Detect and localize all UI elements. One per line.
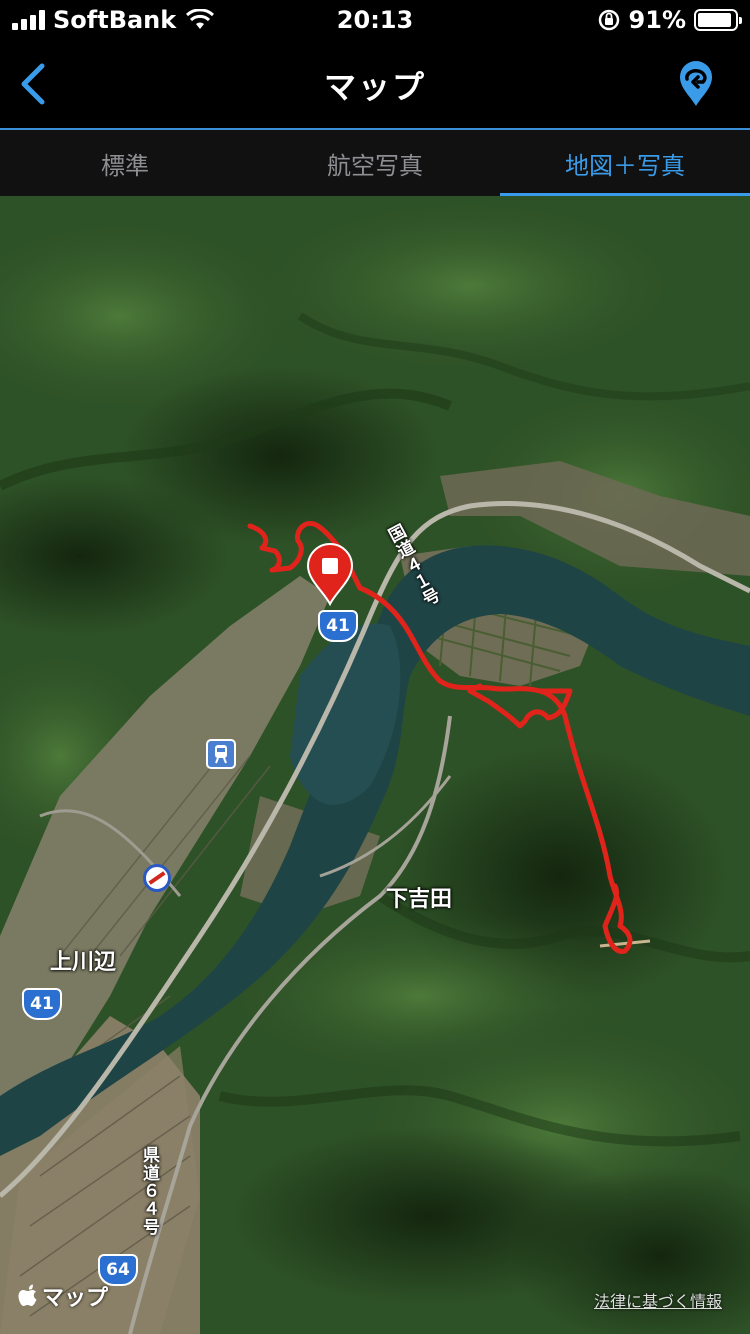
page-title: マップ	[323, 68, 426, 106]
apple-maps-attribution: マップ	[18, 1280, 108, 1312]
tab-hybrid[interactable]: 地図＋写真	[500, 130, 750, 196]
battery-icon	[694, 9, 742, 31]
attribution-text: マップ	[42, 1286, 109, 1311]
tab-satellite[interactable]: 航空写真	[250, 130, 500, 196]
route-shield-41-lower: 41	[22, 988, 62, 1020]
road-sign-icon[interactable]	[143, 864, 171, 892]
satellite-imagery	[0, 196, 750, 1334]
route-shield-41-upper: 41	[318, 610, 358, 642]
status-bar: SoftBank 20:13 91%	[0, 0, 750, 40]
apple-logo-icon	[18, 1284, 37, 1306]
map-pin-loop-icon	[680, 61, 712, 106]
map-view[interactable]: 国道４１号 県道６４号 41 41 64 下吉田 上川辺 マップ 法律に基づく情…	[0, 196, 750, 1334]
legal-info-link[interactable]: 法律に基づく情報	[594, 1288, 722, 1312]
navigation-bar: マップ	[0, 40, 750, 128]
tab-standard[interactable]: 標準	[0, 130, 250, 196]
map-type-tabs: 標準 航空写真 地図＋写真	[0, 130, 750, 196]
battery-percent: 91%	[628, 6, 686, 34]
train-station-icon[interactable]	[206, 739, 236, 769]
map-pin-button[interactable]	[676, 58, 716, 108]
place-label-kamikawabe: 上川辺	[50, 950, 117, 975]
rotation-lock-icon	[598, 9, 619, 31]
place-label-shimoyoshida: 下吉田	[386, 887, 453, 912]
chevron-left-icon	[21, 63, 45, 105]
road-name-prefectural-64: 県道６４号	[139, 1146, 159, 1236]
stop-square-icon	[322, 558, 338, 574]
back-button[interactable]	[14, 60, 54, 108]
